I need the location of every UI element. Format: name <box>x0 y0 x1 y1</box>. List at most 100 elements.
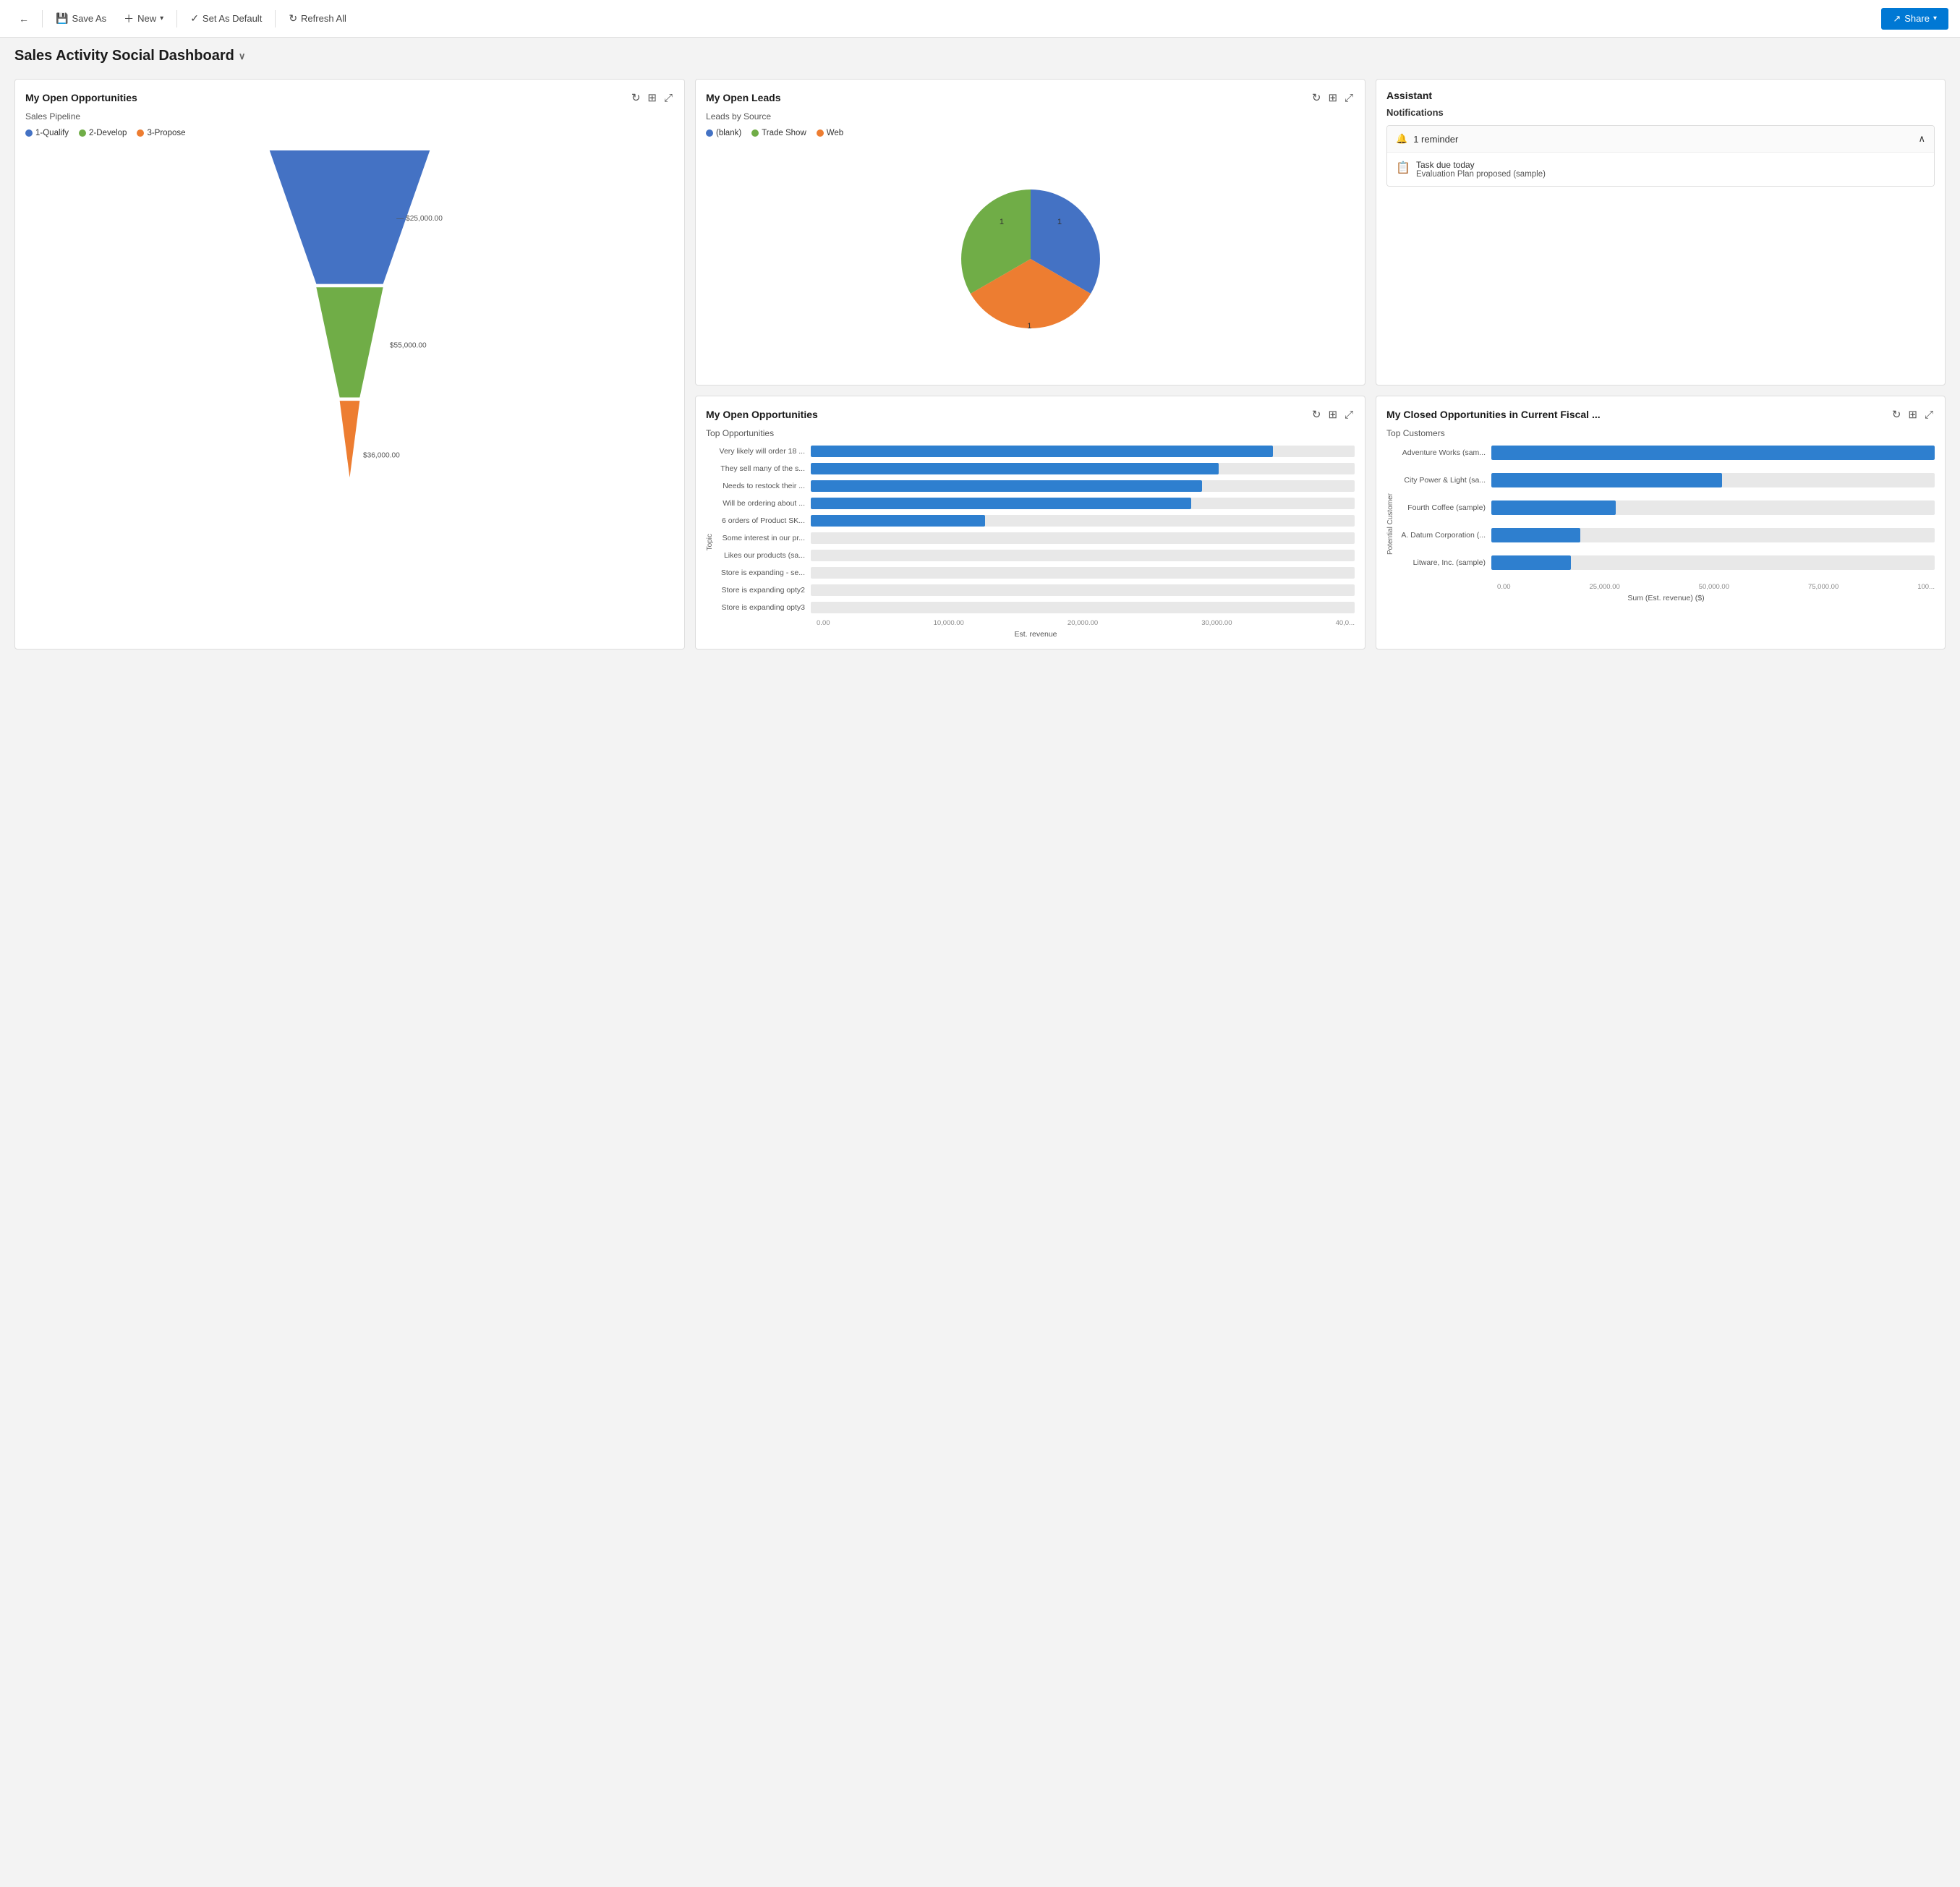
closed-opp-bars: Adventure Works (sam... City Power & Lig… <box>1397 446 1935 602</box>
closed-bar-track-3 <box>1491 528 1935 542</box>
bar-track-6 <box>811 550 1355 561</box>
widget-closed-opp-export-btn[interactable]: ⊞ <box>1906 406 1919 422</box>
back-icon: ← <box>19 13 29 25</box>
closed-bar-label-2: Fourth Coffee (sample) <box>1397 503 1491 512</box>
closed-bar-track-0 <box>1491 446 1935 460</box>
share-button[interactable]: ↗ Share ▾ <box>1881 8 1948 30</box>
bar-label-1: They sell many of the s... <box>717 464 811 473</box>
reminder-item: 📋 Task due today Evaluation Plan propose… <box>1396 160 1925 179</box>
pie-label-2: 1 <box>999 218 1003 226</box>
bar-label-3: Will be ordering about ... <box>717 499 811 508</box>
legend-tradeshow-dot <box>751 129 759 137</box>
top-opportunities-chart: Topic Very likely will order 18 ... They… <box>706 446 1355 639</box>
refresh-icon: ↻ <box>289 12 297 25</box>
widget-top-opp-refresh-btn[interactable]: ↻ <box>1311 406 1323 422</box>
bar-track-0 <box>811 446 1355 457</box>
widget-closed-opp-expand-btn[interactable]: ⤢ <box>1923 406 1935 422</box>
legend-develop-dot <box>79 129 86 137</box>
refresh-all-button[interactable]: ↻ Refresh All <box>281 8 354 29</box>
legend-tradeshow-label: Trade Show <box>762 129 806 137</box>
funnel-segment-propose <box>340 401 360 477</box>
set-default-button[interactable]: ✓ Set As Default <box>183 8 269 29</box>
reminder-title-row[interactable]: 🔔 1 reminder ∧ <box>1387 126 1934 152</box>
legend-web: Web <box>817 129 843 137</box>
bar-track-4 <box>811 515 1355 527</box>
closed-opp-x-axis-label: Sum (Est. revenue) ($) <box>1397 594 1935 602</box>
bar-label-2: Needs to restock their ... <box>717 482 811 490</box>
legend-qualify: 1-Qualify <box>25 129 69 137</box>
page-title[interactable]: Sales Activity Social Dashboard ∨ <box>14 48 1946 64</box>
refresh-all-label: Refresh All <box>301 13 346 24</box>
reminder-body: 📋 Task due today Evaluation Plan propose… <box>1387 152 1934 186</box>
closed-bar-fill-3 <box>1491 528 1580 542</box>
funnel-segment-develop <box>316 287 383 397</box>
closed-opp-x-axis: 0.00 25,000.00 50,000.00 75,000.00 100..… <box>1397 583 1935 591</box>
task-icon: 📋 <box>1396 161 1410 175</box>
bar-row-9: Store is expanding opty3 <box>717 602 1355 613</box>
widget-top-opp-export-btn[interactable]: ⊞ <box>1326 406 1339 422</box>
pie-label-1: 1 <box>1057 218 1061 226</box>
legend-develop: 2-Develop <box>79 129 127 137</box>
x-tick-1: 10,000.00 <box>934 619 964 627</box>
task-label: Task due today <box>1416 160 1546 170</box>
bar-label-4: 6 orders of Product SK... <box>717 516 811 525</box>
widget-assistant-title: Assistant <box>1386 90 1432 101</box>
widget-top-opp-expand-btn[interactable]: ⤢ <box>1343 406 1355 422</box>
bar-track-5 <box>811 532 1355 544</box>
closed-x-tick-0: 0.00 <box>1497 583 1511 591</box>
widget-open-leads-export-btn[interactable]: ⊞ <box>1326 90 1339 106</box>
new-button[interactable]: ＋ New ▾ <box>116 7 171 30</box>
legend-blank-label: (blank) <box>716 129 741 137</box>
back-button[interactable]: ← <box>12 9 36 29</box>
widget-open-leads-subtitle: Leads by Source <box>706 111 1355 122</box>
closed-bar-track-4 <box>1491 555 1935 570</box>
save-as-label: Save As <box>72 13 106 24</box>
widget-open-opportunities-export-btn[interactable]: ⊞ <box>646 90 658 106</box>
bar-row-8: Store is expanding opty2 <box>717 584 1355 596</box>
x-tick-3: 30,000.00 <box>1201 619 1232 627</box>
bell-icon: 🔔 <box>1396 133 1407 145</box>
closed-x-tick-2: 50,000.00 <box>1699 583 1729 591</box>
reminder-section: 🔔 1 reminder ∧ 📋 Task due today Evaluati… <box>1386 125 1935 187</box>
closed-opp-y-axis-label: Potential Customer <box>1386 493 1394 555</box>
widget-open-opportunities-expand-btn[interactable]: ⤢ <box>662 90 674 106</box>
page-title-chevron-icon: ∨ <box>239 51 246 62</box>
widget-open-leads-header: My Open Leads ↻ ⊞ ⤢ <box>706 90 1355 106</box>
funnel-label-propose: $36,000.00 <box>363 452 400 460</box>
widget-open-leads-expand-btn[interactable]: ⤢ <box>1343 90 1355 106</box>
open-opportunities-legend: 1-Qualify 2-Develop 3-Propose <box>25 129 674 137</box>
toolbar-divider-2 <box>176 10 177 27</box>
widget-assistant: Assistant Notifications 🔔 1 reminder ∧ 📋… <box>1376 79 1946 386</box>
widget-closed-opp-refresh-btn[interactable]: ↻ <box>1891 406 1903 422</box>
widget-closed-opportunities: My Closed Opportunities in Current Fisca… <box>1376 396 1946 649</box>
bar-row-6: Likes our products (sa... <box>717 550 1355 561</box>
pie-label-3: 1 <box>1027 322 1031 331</box>
reminder-chevron-icon: ∧ <box>1918 133 1925 145</box>
top-opp-x-axis-label: Est. revenue <box>717 630 1355 639</box>
widget-open-opportunities-actions: ↻ ⊞ ⤢ <box>630 90 674 106</box>
bar-row-1: They sell many of the s... <box>717 463 1355 474</box>
bar-label-6: Likes our products (sa... <box>717 551 811 560</box>
widget-top-opportunities-actions: ↻ ⊞ ⤢ <box>1311 406 1355 422</box>
top-opp-y-axis-label: Topic <box>706 534 714 550</box>
new-chevron-icon: ▾ <box>160 14 163 22</box>
bar-fill-3 <box>811 498 1191 509</box>
open-leads-legend: (blank) Trade Show Web <box>706 129 1355 137</box>
x-tick-4: 40,0... <box>1336 619 1355 627</box>
save-as-button[interactable]: 💾 Save As <box>48 8 114 29</box>
closed-bar-row-4: Litware, Inc. (sample) <box>1397 555 1935 570</box>
widget-open-opportunities-title: My Open Opportunities <box>25 92 137 103</box>
widget-open-opportunities-subtitle: Sales Pipeline <box>25 111 674 122</box>
widget-open-leads-refresh-btn[interactable]: ↻ <box>1311 90 1323 106</box>
save-icon: 💾 <box>56 12 68 25</box>
bar-row-2: Needs to restock their ... <box>717 480 1355 492</box>
bar-track-7 <box>811 567 1355 579</box>
closed-bar-row-1: City Power & Light (sa... <box>1397 473 1935 487</box>
closed-bar-label-4: Litware, Inc. (sample) <box>1397 558 1491 567</box>
set-default-label: Set As Default <box>203 13 262 24</box>
bar-label-8: Store is expanding opty2 <box>717 586 811 595</box>
widget-open-opportunities-refresh-btn[interactable]: ↻ <box>630 90 642 106</box>
bar-label-5: Some interest in our pr... <box>717 534 811 542</box>
bar-row-0: Very likely will order 18 ... <box>717 446 1355 457</box>
widget-open-opportunities: My Open Opportunities ↻ ⊞ ⤢ Sales Pipeli… <box>14 79 685 649</box>
